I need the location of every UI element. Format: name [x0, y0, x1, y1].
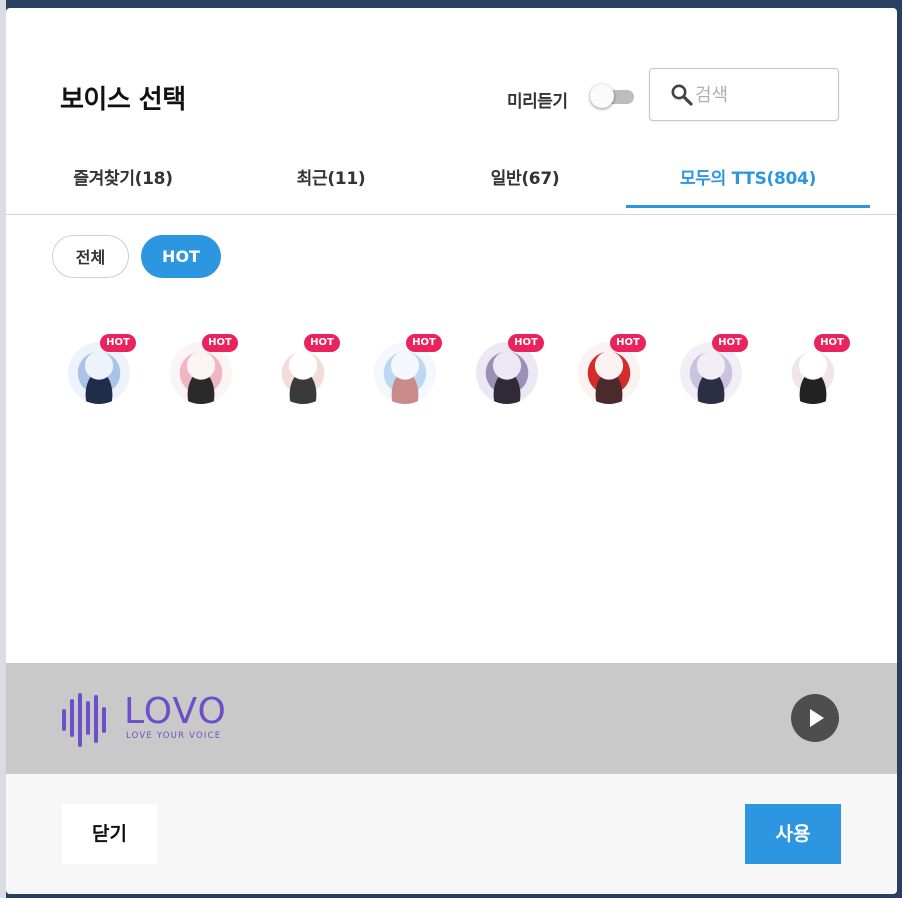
hot-badge: HOT: [406, 334, 442, 352]
search-box[interactable]: [649, 68, 839, 121]
hot-badge: HOT: [304, 334, 340, 352]
filter-hot-button[interactable]: HOT: [141, 235, 221, 278]
use-button[interactable]: 사용: [745, 804, 841, 864]
lovo-wave-icon: [62, 693, 106, 747]
voice-item[interactable]: HOT: [574, 334, 648, 412]
hot-badge: HOT: [508, 334, 544, 352]
preview-toggle[interactable]: [588, 83, 636, 109]
voice-item[interactable]: HOT: [472, 334, 546, 412]
play-icon: [810, 709, 824, 727]
tab-general[interactable]: 일반(67): [425, 158, 625, 214]
voice-select-dialog: 보이스 선택 미리듣기 즐겨찾기(18) 최근(11) 일반(67) 모두의 T…: [6, 8, 897, 894]
tab-recent[interactable]: 최근(11): [231, 158, 431, 214]
hot-badge: HOT: [202, 334, 238, 352]
play-button[interactable]: [791, 694, 839, 742]
hot-badge: HOT: [814, 334, 850, 352]
dialog-actions: 닫기 사용: [6, 774, 897, 894]
search-icon: [671, 84, 693, 106]
toggle-knob: [590, 84, 614, 108]
tab-favorites[interactable]: 즐겨찾기(18): [23, 158, 223, 214]
hot-badge: HOT: [100, 334, 136, 352]
voice-item[interactable]: HOT: [370, 334, 444, 412]
voice-item[interactable]: HOT: [268, 334, 342, 412]
dialog-title: 보이스 선택: [60, 85, 186, 115]
close-button[interactable]: 닫기: [62, 804, 157, 864]
voice-list: HOT HOT HOT HOT HOT HOT HOT HOT: [64, 334, 864, 424]
hot-badge: HOT: [712, 334, 748, 352]
hot-badge: HOT: [610, 334, 646, 352]
provider-name: LOVO: [124, 691, 227, 732]
voice-item[interactable]: HOT: [64, 334, 138, 412]
provider-tagline: LOVE YOUR VOICE: [126, 731, 222, 741]
voice-item[interactable]: HOT: [166, 334, 240, 412]
search-input[interactable]: [695, 81, 825, 109]
filter-all-button[interactable]: 전체: [52, 235, 129, 278]
voice-tabs: 즐겨찾기(18) 최근(11) 일반(67) 모두의 TTS(804): [6, 158, 897, 215]
voice-item[interactable]: HOT: [778, 334, 852, 412]
voice-item[interactable]: HOT: [676, 334, 750, 412]
preview-label: 미리듣기: [507, 92, 568, 112]
tab-everyone-tts[interactable]: 모두의 TTS(804): [626, 158, 870, 214]
